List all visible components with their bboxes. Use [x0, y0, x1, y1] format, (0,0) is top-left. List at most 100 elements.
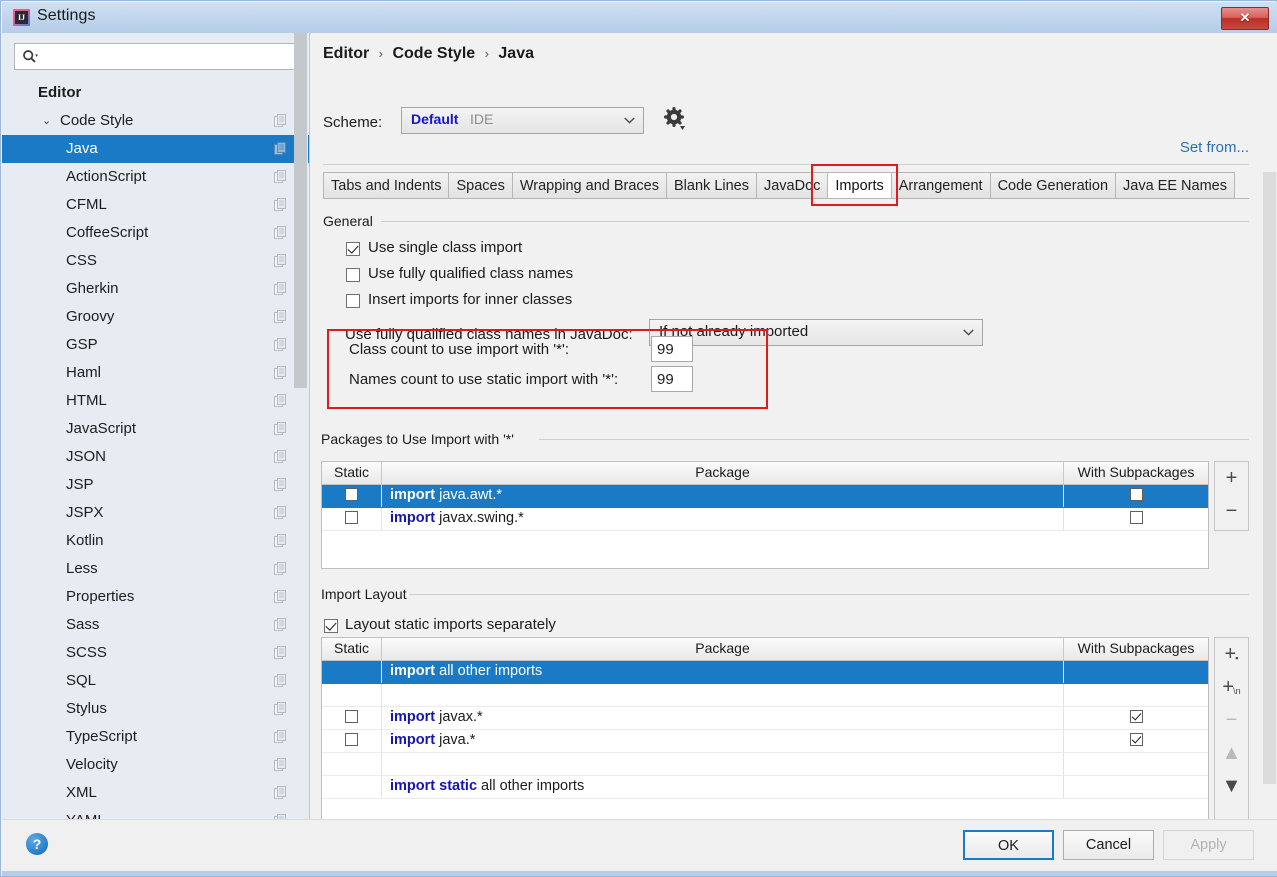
names-count-input[interactable] — [652, 367, 692, 391]
tab-imports[interactable]: Imports — [828, 172, 892, 199]
content-scrollbar[interactable] — [1262, 166, 1277, 821]
settings-tree[interactable]: Editor ⌄ Code Style Java ActionScript CFML Cof… — [2, 79, 309, 821]
sidebar-item-haml[interactable]: Haml — [2, 359, 309, 387]
sidebar-item-kotlin[interactable]: Kotlin — [2, 527, 309, 555]
with-subpackages-checkbox[interactable] — [1129, 733, 1143, 746]
sidebar-item-cfml[interactable]: CFML — [2, 191, 309, 219]
packages-table-body[interactable]: import java.awt.* import javax.swing.* — [322, 485, 1208, 531]
sidebar-item-less[interactable]: Less — [2, 555, 309, 583]
cell-with-subpackages — [1064, 776, 1208, 798]
sidebar-item-editor[interactable]: Editor — [2, 79, 309, 107]
table-row[interactable] — [322, 753, 1208, 776]
static-checkbox[interactable] — [345, 511, 358, 524]
sidebar-item-json[interactable]: JSON — [2, 443, 309, 471]
scheme-select[interactable]: Default IDE — [401, 107, 644, 134]
move-down-button[interactable]: ▼ — [1215, 770, 1248, 803]
cancel-button[interactable]: Cancel — [1063, 830, 1154, 860]
sidebar-item-gsp[interactable]: GSP — [2, 331, 309, 359]
with-subpackages-checkbox[interactable] — [1129, 511, 1143, 524]
javadoc-fqn-select[interactable]: If not already imported — [649, 319, 983, 346]
package-keyword: import static — [390, 778, 478, 794]
ok-button[interactable]: OK — [963, 830, 1054, 860]
tab-code-generation[interactable]: Code Generation — [990, 172, 1117, 199]
sidebar-item-scss[interactable]: SCSS — [2, 639, 309, 667]
set-from-link[interactable]: Set from... — [1180, 139, 1249, 156]
sidebar-item-typescript[interactable]: TypeScript — [2, 723, 309, 751]
content-scrollbar-thumb[interactable] — [1263, 172, 1276, 784]
sidebar-item-stylus[interactable]: Stylus — [2, 695, 309, 723]
import-layout-table-body[interactable]: import all other imports import javax.* im… — [322, 661, 1208, 799]
cell-static — [322, 508, 382, 530]
sidebar-item-velocity[interactable]: Velocity — [2, 751, 309, 779]
breadcrumb-item-java[interactable]: Java — [498, 45, 534, 62]
packages-table-toolbar[interactable]: + − — [1214, 461, 1249, 531]
sidebar-item-actionscript[interactable]: ActionScript — [2, 163, 309, 191]
static-checkbox[interactable] — [345, 488, 358, 501]
sidebar-item-sass[interactable]: Sass — [2, 611, 309, 639]
names-count-field[interactable] — [651, 366, 693, 392]
scheme-settings-button[interactable] — [663, 107, 689, 133]
static-checkbox[interactable] — [345, 733, 358, 746]
table-row[interactable]: import java.* — [322, 730, 1208, 753]
import-layout-table[interactable]: Static Package With Subpackages import a… — [321, 637, 1209, 821]
packages-table[interactable]: Static Package With Subpackages import j… — [321, 461, 1209, 569]
tab-spaces[interactable]: Spaces — [449, 172, 513, 199]
tab-java-ee-names[interactable]: Java EE Names — [1116, 172, 1235, 199]
sidebar-item-css[interactable]: CSS — [2, 247, 309, 275]
sidebar-item-java[interactable]: Java — [2, 135, 309, 163]
search-input[interactable] — [43, 44, 297, 71]
sidebar-scrollbar-thumb[interactable] — [294, 33, 307, 388]
table-row[interactable] — [322, 684, 1208, 707]
sidebar-item-coffeescript[interactable]: CoffeeScript — [2, 219, 309, 247]
breadcrumb-item-code-style[interactable]: Code Style — [392, 45, 475, 62]
tab-tabs-and-indents[interactable]: Tabs and Indents — [323, 172, 450, 199]
table-row[interactable]: import all other imports — [322, 661, 1208, 684]
table-row[interactable]: import static all other imports — [322, 776, 1208, 799]
sidebar-item-code-style[interactable]: ⌄ Code Style — [2, 107, 309, 135]
sidebar-item-label: JSON — [66, 448, 107, 465]
tab-javadoc[interactable]: JavaDoc — [756, 172, 829, 199]
with-subpackages-checkbox[interactable] — [1129, 488, 1143, 501]
cell-with-subpackages — [1064, 485, 1208, 507]
sidebar-item-properties[interactable]: Properties — [2, 583, 309, 611]
scheme-scope: IDE — [470, 111, 494, 127]
static-checkbox[interactable] — [345, 710, 358, 723]
sidebar-item-javascript[interactable]: JavaScript — [2, 415, 309, 443]
chevron-down-icon[interactable]: ⌄ — [42, 107, 56, 135]
sidebar-item-sql[interactable]: SQL — [2, 667, 309, 695]
search-box[interactable] — [14, 43, 300, 71]
tab-arrangement[interactable]: Arrangement — [891, 172, 991, 199]
add-button[interactable]: + — [1215, 462, 1248, 495]
with-subpackages-checkbox[interactable] — [1129, 710, 1143, 723]
add-package-button[interactable]: + ▪ — [1215, 638, 1248, 671]
cell-static — [322, 485, 382, 507]
tab-blank-lines[interactable]: Blank Lines — [667, 172, 757, 199]
sidebar-item-groovy[interactable]: Groovy — [2, 303, 309, 331]
sidebar-item-gherkin[interactable]: Gherkin — [2, 275, 309, 303]
insert-imports-for-inner-classes-checkbox[interactable] — [346, 294, 360, 308]
layout-static-imports-separately-checkbox[interactable] — [324, 619, 338, 633]
use-fully-qualified-class-names-checkbox[interactable] — [346, 268, 360, 282]
class-count-input[interactable] — [652, 337, 692, 361]
breadcrumb-item-editor[interactable]: Editor — [323, 45, 369, 62]
sidebar-scrollbar[interactable] — [294, 33, 308, 775]
class-count-field[interactable] — [651, 336, 693, 362]
sidebar-item-xml[interactable]: XML — [2, 779, 309, 807]
tab-wrapping-and-braces[interactable]: Wrapping and Braces — [512, 172, 668, 199]
use-single-class-import-checkbox[interactable] — [346, 242, 360, 256]
import-layout-table-toolbar[interactable]: + ▪ + \n − ▲ ▼ — [1214, 637, 1249, 821]
sidebar-item-jsp[interactable]: JSP — [2, 471, 309, 499]
sidebar-item-html[interactable]: HTML — [2, 387, 309, 415]
table-row[interactable]: import javax.* — [322, 707, 1208, 730]
copy-icon — [274, 730, 286, 743]
close-icon[interactable]: ✕ — [1221, 7, 1269, 30]
sidebar-item-label: Less — [66, 560, 98, 577]
sidebar-item-jspx[interactable]: JSPX — [2, 499, 309, 527]
table-row[interactable]: import javax.swing.* — [322, 508, 1208, 531]
copy-icon — [274, 646, 286, 659]
code-style-tabs[interactable]: Tabs and Indents Spaces Wrapping and Brace… — [323, 172, 1235, 199]
table-row[interactable]: import java.awt.* — [322, 485, 1208, 508]
add-blank-line-button[interactable]: + \n — [1215, 671, 1248, 704]
help-icon[interactable]: ? — [26, 833, 48, 855]
remove-button[interactable]: − — [1215, 495, 1248, 528]
